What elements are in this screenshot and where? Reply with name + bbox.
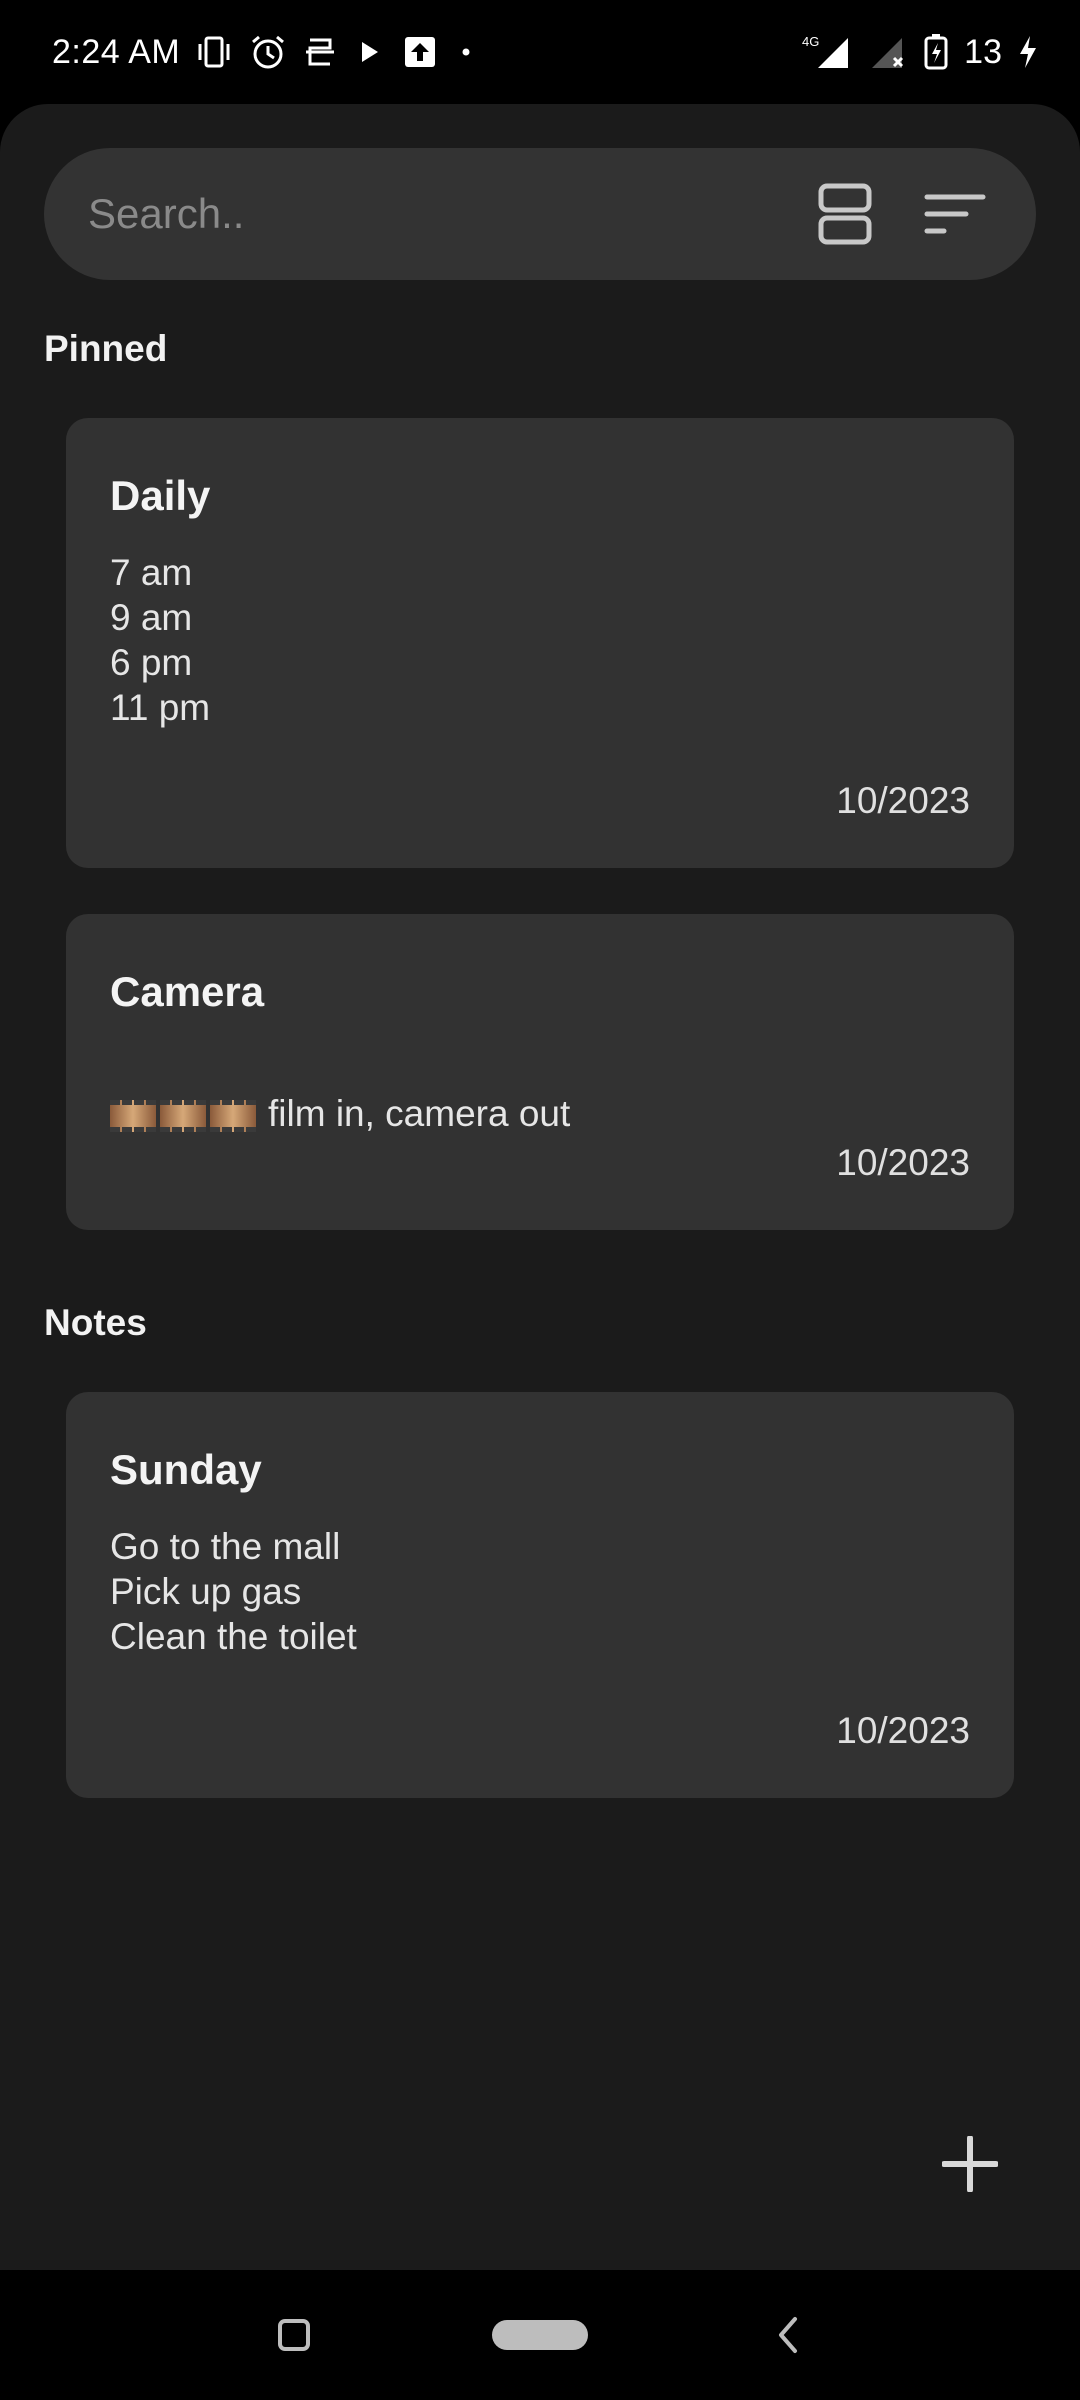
film-emoji-icon (110, 1100, 256, 1133)
note-card-daily[interactable]: Daily 7 am 9 am 6 pm 11 pm 10/2023 (66, 418, 1014, 868)
note-date: 10/2023 (836, 1710, 970, 1751)
home-button[interactable] (492, 2318, 588, 2352)
note-card-sunday[interactable]: Sunday Go to the mall Pick up gas Clean … (66, 1392, 1014, 1798)
no-signal-icon (868, 32, 908, 72)
sort-button[interactable] (910, 169, 1000, 259)
battery-charging-icon (922, 32, 950, 72)
note-body: film in, camera out (268, 1093, 571, 1134)
battery-level: 13 (964, 32, 1002, 71)
search-input[interactable] (88, 190, 780, 238)
pinned-section-label: Pinned (44, 328, 168, 369)
signal-icon: 4G (802, 32, 854, 72)
dot-icon (454, 32, 478, 72)
status-left: 2:24 AM (52, 32, 478, 72)
square-icon (278, 2319, 310, 2351)
status-right: 4G 13 (802, 32, 1040, 72)
app-notification-icon (302, 32, 338, 72)
bolt-icon (1016, 32, 1040, 72)
note-title: Camera (110, 968, 265, 1015)
plus-icon (942, 2136, 998, 2192)
note-card-camera[interactable]: Camera film in, camera out 10/2023 (66, 914, 1014, 1230)
back-chevron-icon (779, 2317, 797, 2353)
system-nav-bar (0, 2270, 1080, 2400)
note-body-row: film in, camera out (110, 1046, 970, 1136)
note-title: Daily (110, 472, 211, 519)
back-button[interactable] (768, 2315, 808, 2355)
search-bar[interactable] (44, 148, 1036, 280)
network-type: 4G (802, 34, 819, 49)
notes-app: Pinned Daily 7 am 9 am 6 pm 11 pm 10/202… (0, 104, 1080, 2270)
add-note-button[interactable] (930, 2124, 1010, 2204)
vibrate-icon (194, 32, 234, 72)
play-icon (352, 32, 386, 72)
upload-icon (400, 32, 440, 72)
notes-section-label: Notes (44, 1302, 147, 1343)
grid-view-icon (818, 183, 872, 245)
note-body: 7 am 9 am 6 pm 11 pm (110, 552, 211, 728)
recents-button[interactable] (274, 2315, 314, 2355)
note-title: Sunday (110, 1446, 262, 1493)
note-body: Go to the mall Pick up gas Clean the toi… (110, 1526, 357, 1657)
sort-icon (924, 194, 986, 234)
note-date: 10/2023 (836, 780, 970, 821)
home-pill-icon (492, 2320, 588, 2350)
alarm-icon (248, 32, 288, 72)
layout-toggle-button[interactable] (800, 169, 890, 259)
note-date: 10/2023 (836, 1142, 970, 1183)
status-time: 2:24 AM (52, 32, 181, 71)
status-bar: 2:24 AM 4G 13 (0, 0, 1080, 104)
